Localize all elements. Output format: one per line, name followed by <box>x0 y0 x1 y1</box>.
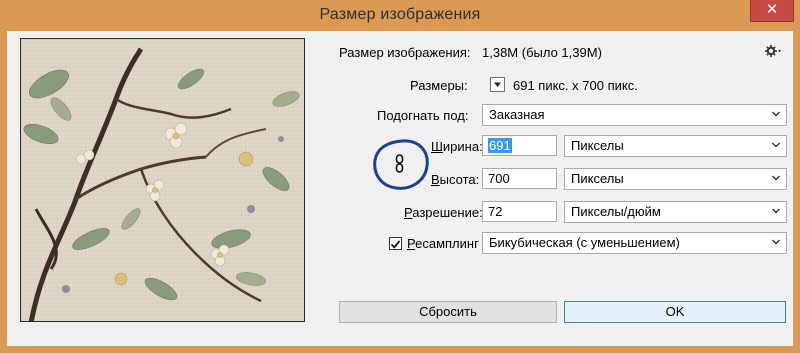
chevron-down-icon <box>772 111 780 117</box>
dialog-window: Размер изображения ✕ Размер изображения:… <box>0 0 800 353</box>
chain-link-icon <box>395 154 404 173</box>
constrain-proportions-toggle[interactable] <box>372 138 430 192</box>
height-unit-dropdown[interactable]: Пикселы <box>564 168 787 190</box>
chevron-down-icon <box>772 142 780 148</box>
ok-button[interactable]: OK <box>564 301 786 323</box>
chevron-down-icon <box>772 175 780 181</box>
resolution-unit-dropdown[interactable]: Пикселы/дюйм <box>564 201 787 223</box>
checkmark-icon <box>390 240 401 249</box>
dialog-body: Размер изображения: 1,38M (было 1,39M) Р… <box>7 31 793 346</box>
resolution-label: Разрешение: <box>404 205 483 220</box>
image-preview[interactable] <box>20 38 305 322</box>
height-input[interactable]: 700 <box>482 168 557 189</box>
width-value: 691 <box>488 138 512 153</box>
width-input[interactable]: 691 <box>482 135 557 156</box>
height-value: 700 <box>488 171 510 186</box>
image-size-label: Размер изображения: <box>339 45 471 60</box>
width-unit-dropdown[interactable]: Пикселы <box>564 135 787 157</box>
fit-to-dropdown[interactable]: Заказная <box>482 104 787 126</box>
resolution-unit-value: Пикселы/дюйм <box>571 204 661 219</box>
image-size-value: 1,38M (было 1,39M) <box>482 45 602 60</box>
fit-to-label: Подогнать под: <box>377 108 469 123</box>
resample-label[interactable]: Ресамплинг <box>407 236 479 251</box>
resolution-value: 72 <box>488 204 503 219</box>
height-unit-value: Пикселы <box>571 171 624 186</box>
chevron-down-icon <box>772 239 780 245</box>
title-bar[interactable]: Размер изображения ✕ <box>0 0 800 31</box>
reset-button[interactable]: Сбросить <box>339 301 557 323</box>
resample-method-dropdown[interactable]: Бикубическая (с уменьшением) <box>482 232 787 254</box>
window-title: Размер изображения <box>319 6 481 23</box>
close-button[interactable]: ✕ <box>750 0 794 22</box>
triangle-down-icon <box>494 82 501 87</box>
gear-icon[interactable] <box>765 45 781 60</box>
chevron-down-icon <box>772 208 780 214</box>
dimensions-menu-toggle[interactable] <box>490 77 505 92</box>
resolution-input[interactable]: 72 <box>482 201 557 222</box>
fit-to-value: Заказная <box>489 107 545 122</box>
dimensions-value: 691 пикс. x 700 пикс. <box>513 78 638 93</box>
width-unit-value: Пикселы <box>571 138 624 153</box>
height-label: Высота: <box>431 172 480 187</box>
dimensions-label: Размеры: <box>410 78 468 93</box>
floral-fabric-image <box>21 39 304 321</box>
resample-checkbox[interactable] <box>389 237 402 250</box>
resample-method-value: Бикубическая (с уменьшением) <box>489 235 680 250</box>
width-label: Ширина: <box>431 139 483 154</box>
